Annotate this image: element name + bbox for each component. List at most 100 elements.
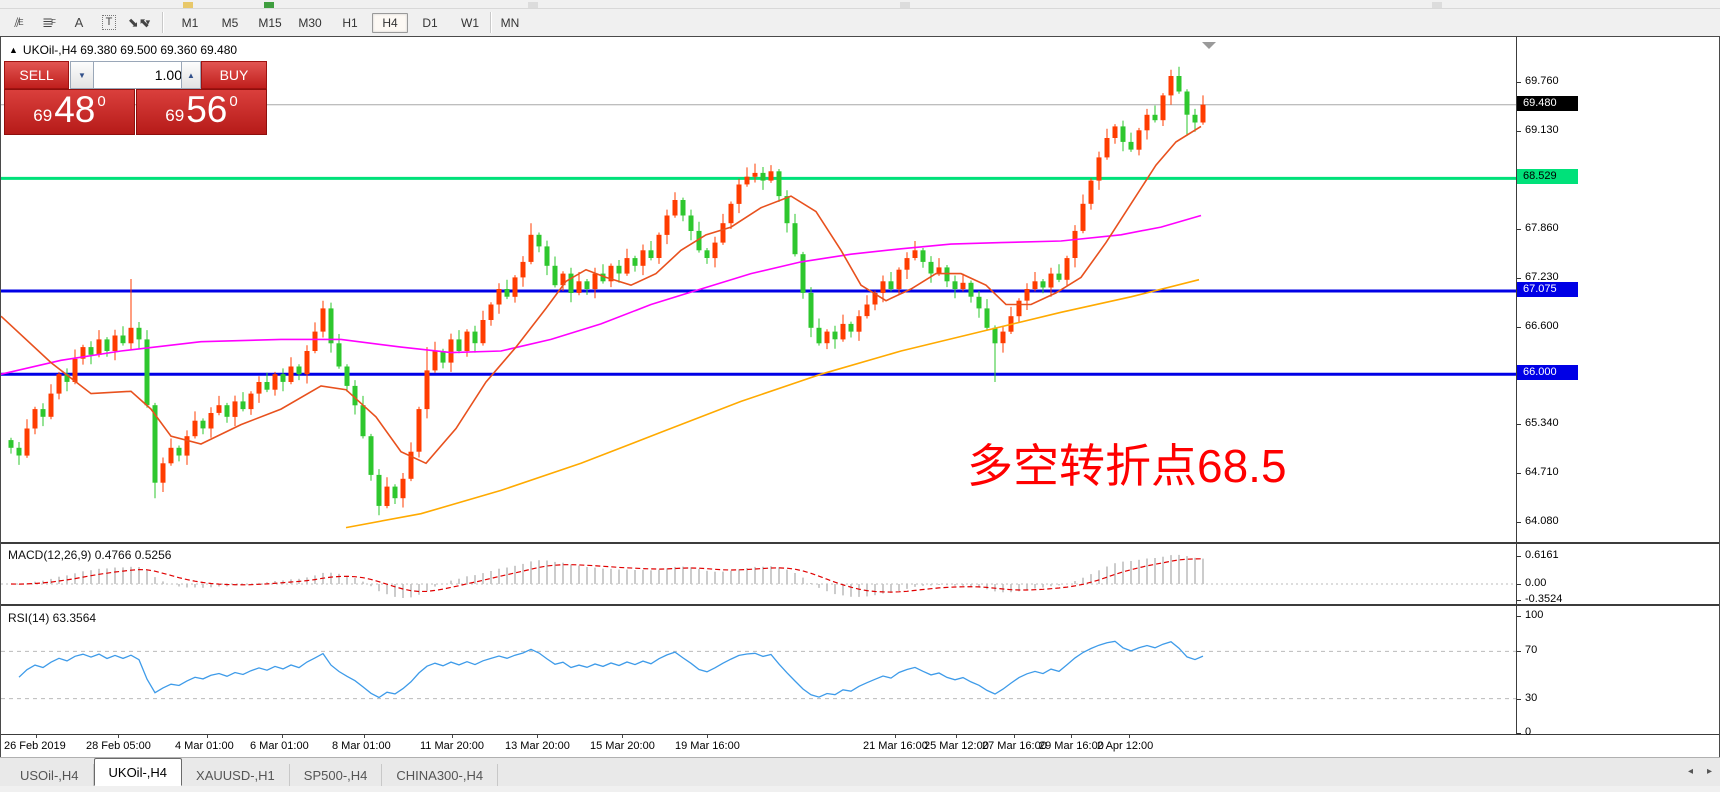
- date-label: 19 Mar 16:00: [675, 740, 740, 752]
- clipped-icon: [264, 2, 274, 8]
- macd-tick: [1517, 600, 1521, 601]
- price-tick: [1517, 424, 1521, 425]
- macd-tick-label: 0.00: [1525, 577, 1546, 589]
- text-box-tool-icon: T: [102, 15, 117, 30]
- date-label: 28 Feb 05:00: [86, 740, 151, 752]
- rsi-tick-label: 100: [1525, 609, 1543, 621]
- chart-title-text: UKOil-,H4 69.380 69.500 69.360 69.480: [23, 43, 237, 57]
- timeframe-button-m5[interactable]: M5: [212, 13, 248, 33]
- text-label-tool-icon: A: [75, 15, 84, 30]
- fibonacci-tool-icon[interactable]: ≣F: [36, 12, 62, 34]
- macd-tick-label: -0.3524: [1525, 593, 1562, 605]
- macd-tick-label: 0.6161: [1525, 549, 1559, 561]
- tab-scroll-left-icon[interactable]: ◂: [1688, 766, 1693, 777]
- rsi-tick-label: 70: [1525, 644, 1537, 656]
- toolbar: ⫽E≣F A T ⬊⬉▾ M1M5M15M30H1H4D1W1MN: [0, 9, 1720, 36]
- volume-decrease-button[interactable]: ▼: [70, 61, 94, 89]
- price-tick-label: 66.600: [1525, 320, 1559, 332]
- date-label: 13 Mar 20:00: [505, 740, 570, 752]
- price-tick: [1517, 131, 1521, 132]
- drawing-tools-group: ⫽E≣F A T ⬊⬉▾: [2, 9, 152, 36]
- timeframe-button-h4[interactable]: H4: [372, 13, 408, 33]
- macd-canvas[interactable]: [1, 544, 1516, 604]
- price-badge: 69.480: [1517, 96, 1578, 111]
- symbol-tab-ukoilh4[interactable]: UKOil-,H4: [94, 758, 183, 786]
- price-badge: 67.075: [1517, 282, 1578, 297]
- date-label: 15 Mar 20:00: [590, 740, 655, 752]
- date-label: 25 Mar 12:00: [924, 740, 989, 752]
- timeframe-button-m30[interactable]: M30: [292, 13, 328, 33]
- text-label-tool-icon[interactable]: A: [66, 12, 92, 34]
- date-tick: [36, 735, 37, 738]
- date-tick: [118, 735, 119, 738]
- arrows-tool-icon[interactable]: ⬊⬉▾: [126, 12, 152, 34]
- timeframe-button-h1[interactable]: H1: [332, 13, 368, 33]
- date-tick: [1071, 735, 1072, 738]
- dropdown-caret-icon[interactable]: ▾: [146, 17, 151, 28]
- price-tick: [1517, 327, 1521, 328]
- sell-price-main: 48: [54, 90, 95, 130]
- timeframe-button-m1[interactable]: M1: [172, 13, 208, 33]
- date-tick: [707, 735, 708, 738]
- date-tick: [1014, 735, 1015, 738]
- rsi-tick: [1517, 616, 1521, 617]
- symbol-tab-sp500h4[interactable]: SP500-,H4: [290, 764, 383, 786]
- channel-tool-icon[interactable]: ⫽E: [6, 12, 32, 34]
- macd-label: MACD(12,26,9) 0.4766 0.5256: [8, 548, 171, 562]
- date-tick: [537, 735, 538, 738]
- pane-divider[interactable]: [1, 604, 1719, 606]
- rsi-tick-label: 0: [1525, 726, 1531, 738]
- one-click-trade-panel: SELL ▼ ▲ BUY 69 48 0 69 56 0: [4, 61, 265, 133]
- sell-price-prefix: 69: [33, 106, 52, 126]
- symbol-tab-xauusdh1[interactable]: XAUUSD-,H1: [182, 764, 290, 786]
- price-tick-label: 69.760: [1525, 75, 1559, 87]
- symbol-tab-china300h4[interactable]: CHINA300-,H4: [382, 764, 498, 786]
- price-tick: [1517, 82, 1521, 83]
- date-label: 29 Mar 16:00: [1039, 740, 1104, 752]
- date-tick: [622, 735, 623, 738]
- price-tick-label: 67.860: [1525, 222, 1559, 234]
- buy-quote-panel[interactable]: 69 56 0: [136, 89, 267, 135]
- chart-window: ▲ UKOil-,H4 69.380 69.500 69.360 69.480 …: [0, 36, 1720, 759]
- price-tick-label: 64.710: [1525, 466, 1559, 478]
- price-tick-label: 64.080: [1525, 515, 1559, 527]
- date-label: 2 Apr 12:00: [1097, 740, 1153, 752]
- date-tick: [452, 735, 453, 738]
- buy-button[interactable]: BUY: [201, 61, 267, 89]
- clipped-icon: [183, 2, 193, 8]
- macd-tick: [1517, 584, 1521, 585]
- date-label: 27 Mar 16:00: [982, 740, 1047, 752]
- tab-scroll-right-icon[interactable]: ▸: [1707, 766, 1712, 777]
- macd-tick: [1517, 556, 1521, 557]
- time-axis[interactable]: 26 Feb 201928 Feb 05:004 Mar 01:006 Mar …: [2, 735, 1516, 757]
- text-box-tool-icon[interactable]: T: [96, 12, 122, 34]
- timeframe-button-mn[interactable]: MN: [492, 13, 528, 33]
- volume-input[interactable]: [93, 61, 188, 89]
- pane-divider[interactable]: [1, 542, 1719, 544]
- price-badge: 68.529: [1517, 169, 1578, 184]
- chart-annotation[interactable]: 多空转折点68.5: [967, 441, 1287, 491]
- price-tick: [1517, 473, 1521, 474]
- rsi-canvas[interactable]: [1, 607, 1516, 734]
- date-tick: [895, 735, 896, 738]
- symbol-tabbar: USOil-,H4UKOil-,H4XAUUSD-,H1SP500-,H4CHI…: [0, 757, 1720, 786]
- tab-scroll-buttons: ◂ ▸: [1688, 766, 1712, 777]
- buy-price-main: 56: [186, 90, 227, 130]
- timeframe-button-d1[interactable]: D1: [412, 13, 448, 33]
- toolbar-separator: [162, 12, 164, 33]
- buy-price-prefix: 69: [165, 106, 184, 126]
- price-axis-separator: [1516, 37, 1517, 734]
- collapse-arrow-icon[interactable]: ▲: [9, 45, 18, 55]
- symbol-tab-usoilh4[interactable]: USOil-,H4: [6, 764, 94, 786]
- clipped-icon: [1432, 2, 1442, 8]
- price-tick: [1517, 278, 1521, 279]
- sell-button[interactable]: SELL: [4, 61, 69, 89]
- sell-quote-panel[interactable]: 69 48 0: [4, 89, 135, 135]
- status-strip: [0, 786, 1720, 792]
- date-label: 4 Mar 01:00: [175, 740, 234, 752]
- timeframe-button-m15[interactable]: M15: [252, 13, 288, 33]
- timeframe-group: M1M5M15M30H1H4D1W1MN: [170, 11, 530, 34]
- rsi-tick: [1517, 733, 1521, 734]
- volume-increase-button[interactable]: ▲: [181, 61, 201, 89]
- timeframe-button-w1[interactable]: W1: [452, 13, 488, 33]
